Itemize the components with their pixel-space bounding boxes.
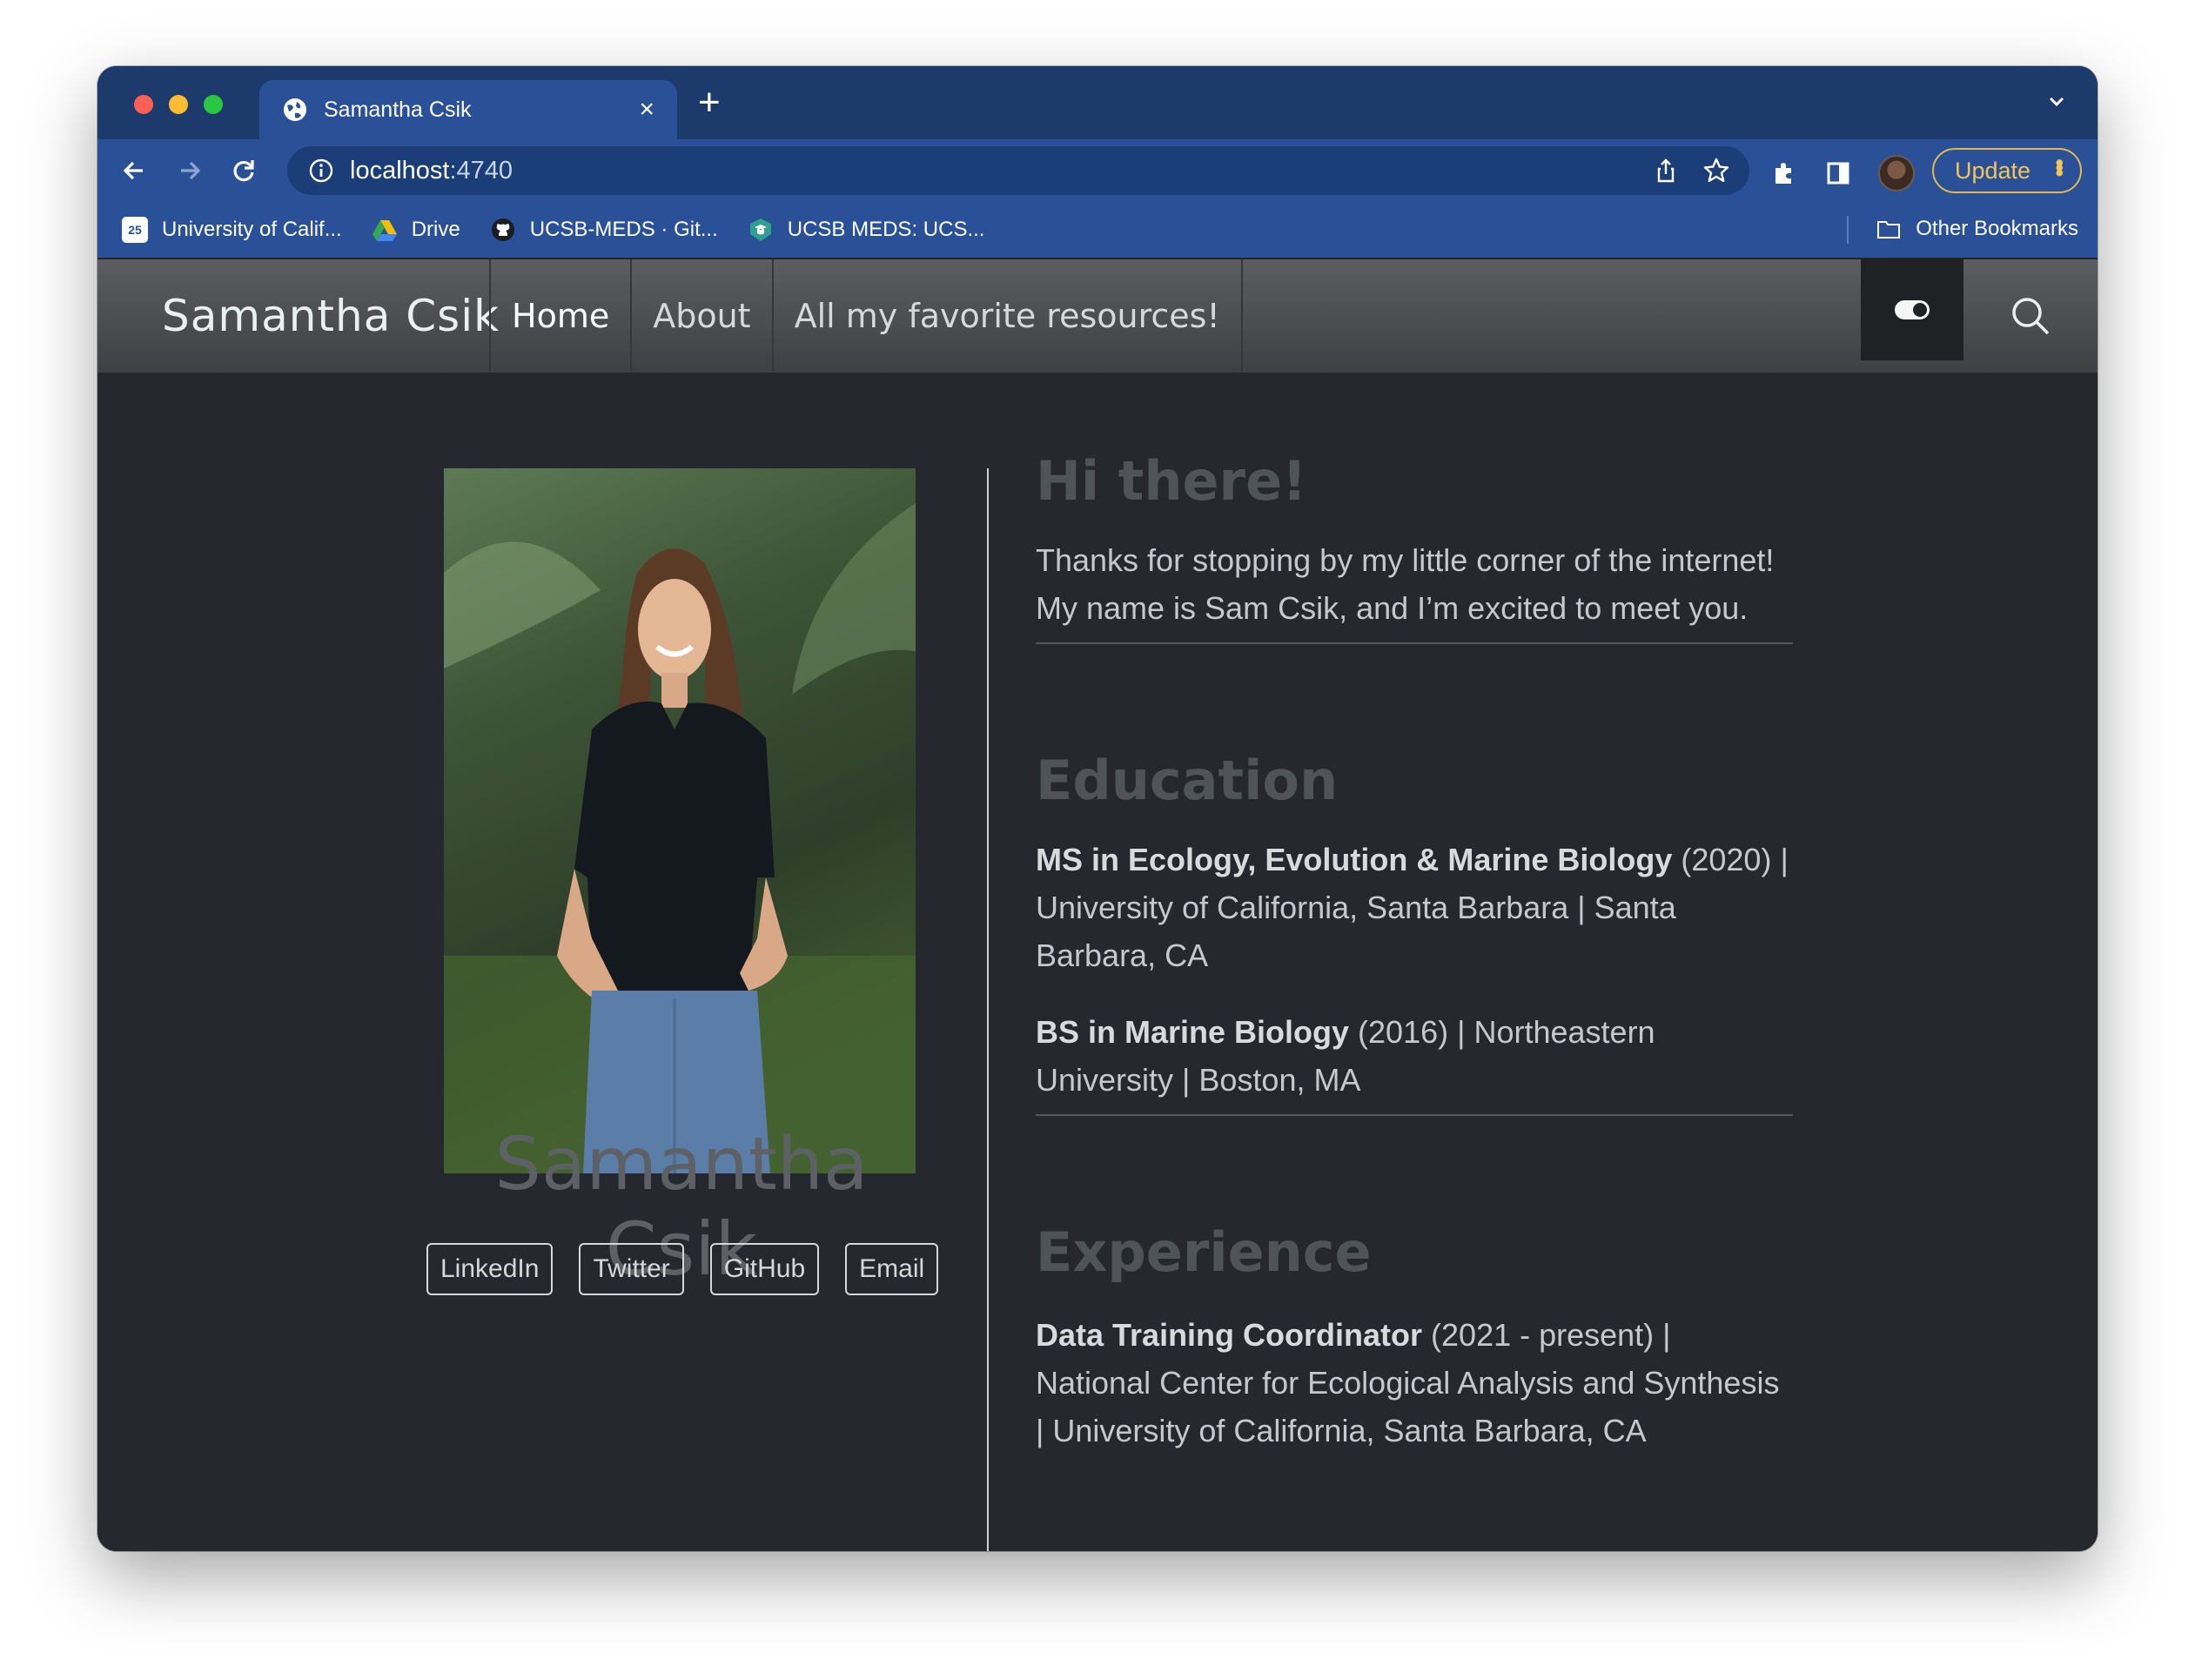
greeting-text: Thanks for stopping by my little corner … [1036, 542, 1775, 626]
info-icon[interactable] [308, 158, 334, 184]
close-tab-icon[interactable]: × [639, 97, 654, 123]
nav-resources[interactable]: All my favorite resources! [771, 259, 1243, 373]
experience-item: Data Training Coordinator (2021 - presen… [1036, 1311, 1793, 1455]
nav-about[interactable]: About [630, 259, 771, 373]
folder-icon [1877, 221, 1901, 239]
education-heading: Education [1036, 749, 1339, 812]
minimize-window-button[interactable] [169, 95, 188, 114]
site-brand[interactable]: Samantha Csik [162, 291, 500, 341]
dark-mode-toggle[interactable] [1861, 259, 1963, 360]
profile-avatar[interactable] [1878, 155, 1915, 192]
nav-home[interactable]: Home [489, 259, 630, 373]
bookmark-drive[interactable]: Drive [372, 217, 460, 243]
greeting-heading: Hi there! [1036, 449, 1307, 513]
forward-icon[interactable] [174, 155, 205, 186]
reload-icon[interactable] [228, 155, 259, 186]
bookmark-label: Drive [411, 218, 460, 241]
star-icon[interactable] [1702, 157, 1730, 185]
back-icon[interactable] [118, 155, 150, 186]
linkedin-button[interactable]: LinkedIn [426, 1243, 554, 1295]
email-button[interactable]: Email [845, 1243, 939, 1295]
close-window-button[interactable] [134, 95, 153, 114]
twitter-button[interactable]: Twitter [579, 1243, 684, 1295]
education-item: BS in Marine Biology (2016) | Northeaste… [1036, 1008, 1793, 1104]
search-icon[interactable] [2009, 294, 2052, 338]
toggle-icon [1895, 300, 1930, 319]
column-divider [987, 468, 989, 1551]
education-item: MS in Ecology, Evolution & Marine Biolog… [1036, 836, 1793, 979]
bookmark-ucsb-meds[interactable]: UCSB MEDS: UCS... [748, 217, 985, 243]
page-content: Samantha Csik LinkedIn Twitter GitHub Em… [97, 373, 2098, 1551]
education-degree: MS in Ecology, Evolution & Marine Biolog… [1036, 842, 1673, 877]
other-bookmarks-label: Other Bookmarks [1916, 217, 2078, 240]
browser-toolbar: localhost :4740 Update ••• [97, 139, 2098, 202]
profile-photo [444, 468, 916, 1173]
tab-samantha-csik[interactable]: Samantha Csik × [259, 80, 677, 139]
update-label: Update [1955, 157, 2031, 184]
github-button[interactable]: GitHub [709, 1243, 820, 1295]
side-panel-icon[interactable] [1824, 159, 1852, 187]
chevron-down-icon[interactable] [2044, 89, 2070, 115]
browser-window: Samantha Csik × + localhost :4740 Update… [97, 66, 2098, 1551]
section-divider [1036, 1114, 1793, 1116]
ucsb-icon [749, 218, 771, 241]
experience-heading: Experience [1036, 1220, 1372, 1284]
bookmarks-divider [1847, 216, 1849, 244]
education-degree: BS in Marine Biology [1036, 1014, 1350, 1050]
update-button[interactable]: Update ••• [1932, 148, 2082, 193]
site-nav-links: Home About All my favorite resources! [489, 259, 1243, 373]
bookmark-ucsb-meds-github[interactable]: UCSB-MEDS · Git... [490, 217, 718, 243]
maximize-window-button[interactable] [204, 95, 223, 114]
tab-title: Samantha Csik [324, 97, 472, 122]
share-icon[interactable] [1652, 157, 1680, 185]
globe-icon [284, 98, 306, 121]
address-bar[interactable]: localhost :4740 [287, 146, 1749, 195]
social-links: LinkedIn Twitter GitHub Email [426, 1243, 939, 1295]
section-divider [1036, 642, 1793, 644]
tab-strip: Samantha Csik × + [97, 66, 2098, 139]
drive-icon [372, 220, 397, 241]
bookmarks-bar: 25 University of Calif... Drive UCSB-MED… [97, 202, 2098, 258]
experience-role: Data Training Coordinator [1036, 1317, 1423, 1353]
github-icon [491, 218, 514, 241]
url-host: localhost [350, 156, 450, 185]
site-navbar: Samantha Csik Home About All my favorite… [97, 258, 2098, 373]
new-tab-button[interactable]: + [698, 84, 721, 122]
bookmark-label: UCSB-MEDS · Git... [529, 218, 718, 241]
bookmark-label: UCSB MEDS: UCS... [787, 218, 985, 241]
bookmark-university-of-california[interactable]: 25 University of Calif... [122, 217, 342, 243]
other-bookmarks[interactable]: Other Bookmarks [1876, 216, 2078, 242]
more-menu-icon[interactable]: ••• [2046, 158, 2073, 173]
extensions-icon[interactable] [1770, 159, 1798, 187]
url-port: :4740 [449, 156, 514, 185]
bookmark-label: University of Calif... [162, 218, 342, 241]
calendar-icon: 25 [122, 217, 148, 243]
